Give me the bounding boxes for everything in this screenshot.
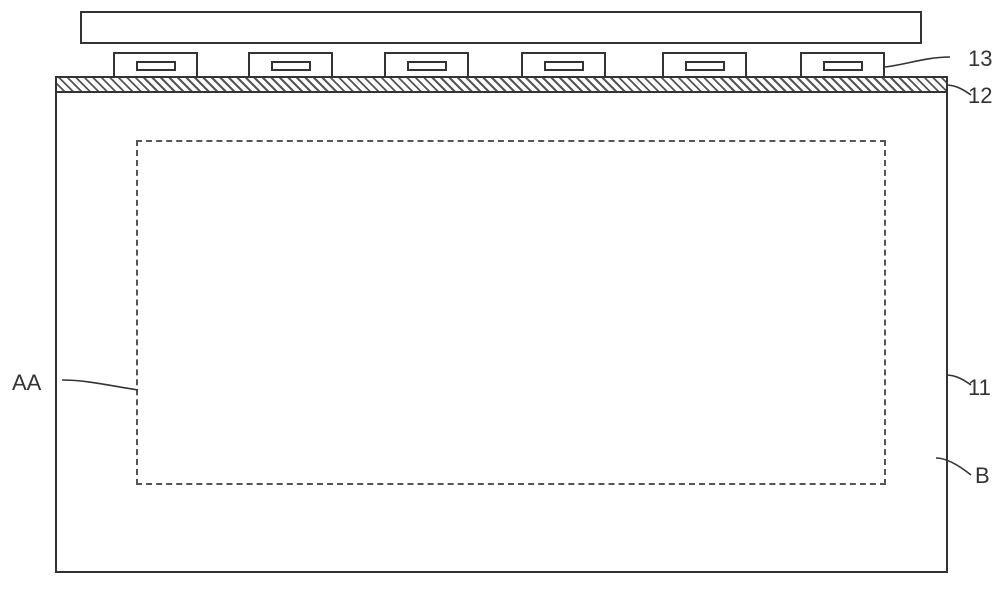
leader-line-13	[885, 55, 965, 75]
technical-diagram: 13 12 11 B AA	[0, 0, 1000, 592]
label-B: B	[975, 463, 990, 489]
top-connector-bar	[80, 11, 922, 44]
label-11: 11	[968, 375, 991, 401]
leader-line-B	[936, 455, 976, 480]
chip-pad-icon	[823, 61, 863, 71]
label-13: 13	[968, 46, 992, 72]
chip-pad-icon	[136, 61, 176, 71]
label-AA: AA	[12, 370, 41, 396]
label-12: 12	[968, 83, 992, 109]
hatched-bonding-strip	[55, 76, 948, 93]
chip-pad-icon	[271, 61, 311, 71]
chip-pad-icon	[544, 61, 584, 71]
chip-pad-icon	[407, 61, 447, 71]
chip-pad-icon	[685, 61, 725, 71]
leader-line-AA	[62, 378, 142, 398]
active-area-outline	[136, 140, 886, 485]
